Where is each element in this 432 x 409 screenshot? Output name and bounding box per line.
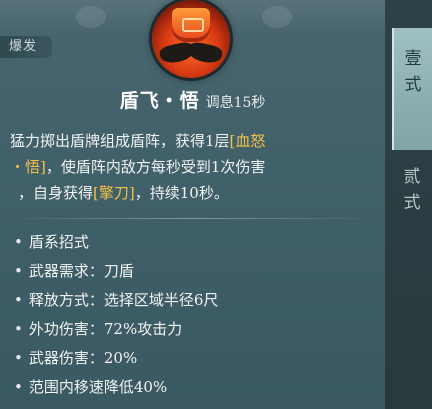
wing-shape-right [186, 40, 224, 66]
section-divider [8, 218, 374, 219]
decor-swirl-icon [262, 6, 292, 28]
skill-category-tag: 爆发 [0, 36, 52, 58]
stat-item: 武器需求：刀盾 [14, 257, 218, 286]
desc-text: 猛力掷出盾牌组成盾阵，获得1层 [10, 132, 230, 150]
tab-form-1[interactable]: 壹 式 [392, 28, 432, 150]
shield-skill-icon[interactable] [152, 0, 230, 78]
stat-item: 外功伤害：72%攻击力 [14, 315, 218, 344]
skill-tooltip-panel: 爆发 盾飞・悟 调息15秒 猛力掷出盾牌组成盾阵，获得1层[血怒 ・悟]，使盾阵内… [0, 0, 385, 409]
buff-name-blood-rage: [血怒 [229, 132, 266, 150]
desc-text: ，使盾阵内敌方每秒受到1次伤害 [45, 158, 266, 176]
tab-form-2[interactable]: 贰 式 [392, 160, 432, 260]
skill-stats-list: 盾系招式 武器需求：刀盾 释放方式：选择区域半径6尺 外功伤害：72%攻击力 武… [14, 228, 219, 402]
shield-shape [172, 8, 210, 42]
buff-name-qingdao: [擎刀] [93, 184, 135, 202]
stat-item: 盾系招式 [14, 228, 218, 257]
tab-form-2-char2: 式 [403, 193, 421, 213]
skill-title-row: 盾飞・悟 调息15秒 [0, 86, 385, 113]
tab-form-2-char1: 贰 [403, 167, 421, 187]
stat-item: 范围内移速降低40% [14, 373, 218, 402]
tab-form-1-char1: 壹 [404, 49, 422, 69]
desc-text: ，持续10秒。 [134, 184, 229, 202]
skill-cooldown: 调息15秒 [205, 95, 266, 111]
stat-item: 武器伤害：20% [14, 344, 218, 373]
buff-name-blood-rage-cont: ・悟] [10, 158, 46, 176]
decor-swirl-icon [76, 6, 106, 28]
skill-description: 猛力掷出盾牌组成盾阵，获得1层[血怒 ・悟]，使盾阵内敌方每秒受到1次伤害 ，自… [10, 128, 382, 206]
desc-text: ，自身获得 [18, 184, 94, 202]
stat-item: 释放方式：选择区域半径6尺 [14, 286, 219, 315]
skill-name: 盾飞・悟 [119, 90, 200, 112]
form-tab-rail: 壹 式 贰 式 [385, 0, 432, 409]
tab-form-1-char2: 式 [404, 75, 422, 95]
